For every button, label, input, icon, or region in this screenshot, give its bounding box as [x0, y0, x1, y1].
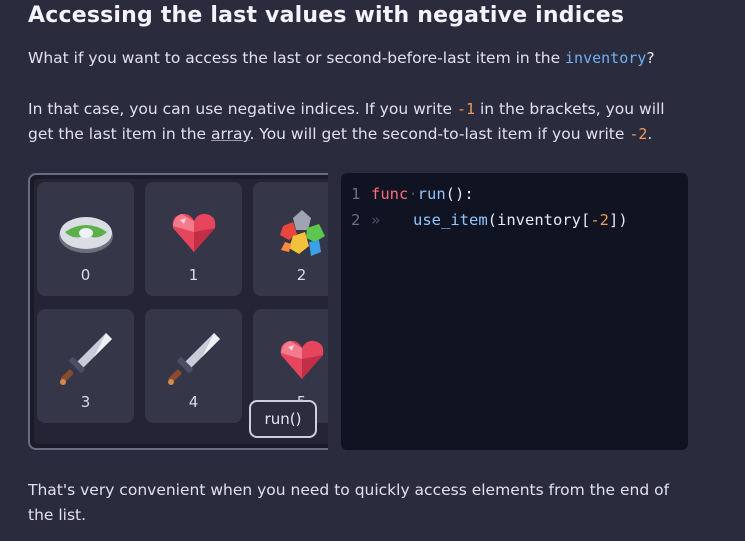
inline-code-inventory: inventory — [565, 49, 647, 67]
intro-text: What if you want to access the last or s… — [28, 49, 566, 67]
line-number: 1 — [351, 185, 361, 203]
inventory-slot-2: 2 — [253, 182, 328, 296]
heart-gem-icon — [170, 210, 218, 258]
shield-disc-icon — [57, 212, 115, 260]
inventory-slot-4: 4 — [145, 309, 242, 423]
slot-index-label: 1 — [188, 266, 199, 284]
slot-index-label: 3 — [80, 393, 91, 411]
inventory-slot-0: 0 — [37, 182, 134, 296]
conclusion-line: That's very convenient when you need to … — [28, 481, 670, 499]
run-button[interactable]: run() — [249, 400, 317, 438]
intro-paragraph: What if you want to access the last or s… — [28, 46, 655, 71]
function-call: use_item — [413, 211, 488, 229]
code-punctuation: (): — [445, 185, 474, 203]
slot-index-label: 2 — [296, 266, 307, 284]
explanation-text: . — [647, 125, 653, 143]
inline-code-minus-one: -1 — [457, 100, 476, 118]
explanation-text: . You will get the second-to-last item i… — [249, 125, 630, 143]
function-name: run — [417, 185, 446, 203]
slot-index-label: 0 — [80, 266, 91, 284]
line-number: 2 — [351, 211, 361, 229]
explanation-text: get the last item in the — [28, 125, 211, 143]
gem-cluster-icon — [275, 208, 329, 262]
keyword-func: func — [371, 185, 409, 203]
inventory-slot-3: 3 — [37, 309, 134, 423]
array-glossary-link[interactable]: array — [211, 125, 249, 143]
code-punctuation: ]) — [608, 211, 628, 229]
sword-icon — [164, 329, 224, 393]
inline-code-minus-two: -2 — [629, 125, 648, 143]
heart-gem-icon — [278, 337, 326, 385]
inventory-slot-1: 1 — [145, 182, 242, 296]
code-argument: (inventory[ — [487, 211, 591, 229]
indent-marker: » — [371, 211, 381, 229]
code-line-2: 2 » use_item(inventory[-2]) — [351, 211, 628, 229]
conclusion-line: the list. — [28, 506, 87, 524]
explanation-text: In that case, you can use negative indic… — [28, 100, 457, 118]
code-editor[interactable]: 1 func·run(): 2» use_item(inventory[-2]) — [341, 173, 688, 450]
sword-icon — [56, 329, 116, 393]
slot-index-label: 4 — [188, 393, 199, 411]
code-line-1: 1 func·run(): — [351, 185, 474, 203]
intro-text-end: ? — [646, 49, 655, 67]
page-heading: Accessing the last values with negative … — [28, 3, 625, 28]
conclusion-paragraph: That's very convenient when you need to … — [28, 478, 669, 528]
index-literal: -2 — [590, 211, 609, 229]
explanation-text: in the brackets, you will — [475, 100, 665, 118]
explanation-paragraph: In that case, you can use negative indic… — [28, 97, 665, 147]
